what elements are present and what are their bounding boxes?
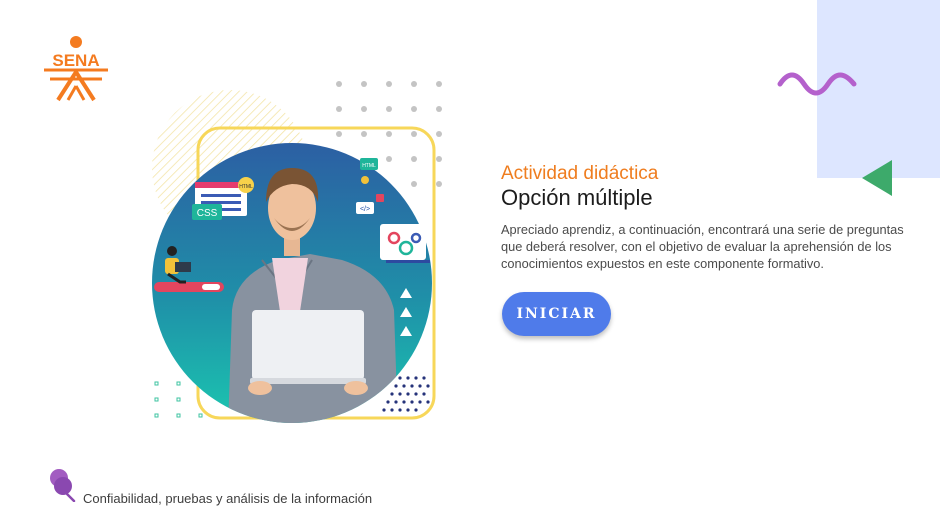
pin-icon bbox=[50, 469, 76, 502]
start-button[interactable]: INICIAR bbox=[502, 292, 611, 336]
settings-card bbox=[380, 224, 430, 263]
footer-course-title: Confiabilidad, pruebas y análisis de la … bbox=[83, 491, 373, 506]
html-css-card: CSS HTML bbox=[192, 177, 254, 220]
svg-text:HTML: HTML bbox=[239, 184, 253, 190]
sena-logo: SENA bbox=[44, 36, 108, 102]
activity-description: Apreciado aprendiz, a continuación, enco… bbox=[501, 222, 904, 271]
svg-text:CSS: CSS bbox=[197, 208, 218, 219]
svg-text:</>: </> bbox=[360, 206, 370, 213]
illustration: CSS HTML HTML </> bbox=[152, 81, 442, 423]
activity-title: Opción múltiple bbox=[501, 185, 653, 210]
triangle-decoration bbox=[862, 160, 892, 196]
activity-subtitle: Actividad didáctica bbox=[501, 163, 659, 184]
svg-text:SENA: SENA bbox=[52, 51, 99, 70]
wave-decoration bbox=[777, 72, 857, 96]
svg-text:HTML: HTML bbox=[362, 163, 376, 169]
